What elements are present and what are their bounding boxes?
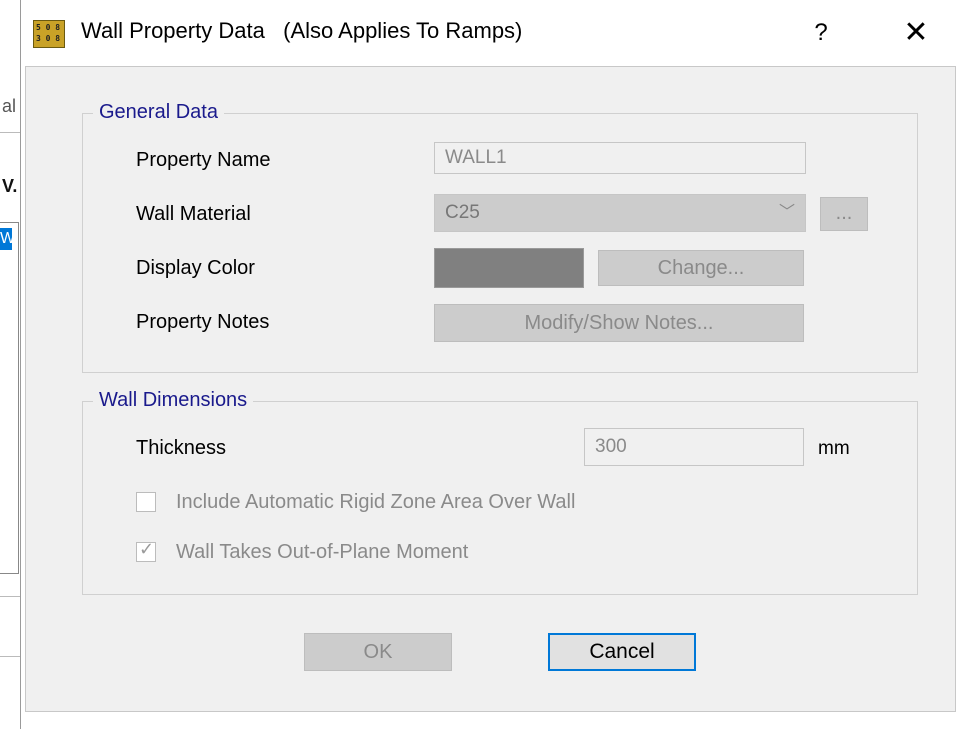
thickness-unit: mm [818,438,850,459]
background-list[interactable] [0,222,19,574]
wall-material-select[interactable]: C25 ﹀ [434,194,806,232]
wall-material-value: C25 [445,202,480,223]
background-divider [0,656,22,657]
chevron-down-icon: ﹀ [778,204,795,221]
close-button[interactable]: ✕ [891,14,941,52]
display-color-swatch [434,248,584,288]
background-divider [0,132,22,133]
out-of-plane-label: Wall Takes Out-of-Plane Moment [176,541,469,563]
background-text-fragment: al [2,96,17,116]
title-bar[interactable]: 5 0 8 3 0 8 Wall Property Data (Also App… [21,0,961,66]
thickness-label: Thickness [136,437,227,459]
change-color-button[interactable]: Change... [598,250,804,286]
display-color-label: Display Color [136,257,255,279]
general-data-group-title: General Data [93,101,224,124]
wall-property-dialog: 5 0 8 3 0 8 Wall Property Data (Also App… [20,0,961,729]
rigid-zone-label: Include Automatic Rigid Zone Area Over W… [176,491,576,513]
etabs-app-icon: 5 0 8 3 0 8 [33,20,65,48]
material-browse-button[interactable]: ... [820,197,868,231]
background-divider [0,596,22,597]
property-notes-label: Property Notes [136,311,270,333]
out-of-plane-checkbox[interactable]: ✓ [136,539,156,562]
cancel-button[interactable]: Cancel [548,633,696,671]
help-button[interactable]: ? [801,14,841,52]
property-name-field[interactable]: WALL1 [434,142,806,174]
thickness-field[interactable]: 300 [584,428,804,466]
wall-dimensions-group-title: Wall Dimensions [93,389,254,412]
window-title: Wall Property Data (Also Applies To Ramp… [81,18,523,43]
property-name-label: Property Name [136,149,271,171]
ok-button[interactable]: OK [304,633,452,671]
dialog-client-area: General Data Property Name WALL1 Wall Ma… [25,66,956,712]
modify-notes-button[interactable]: Modify/Show Notes... [434,304,804,342]
rigid-zone-checkbox[interactable] [136,492,156,512]
wall-material-label: Wall Material [136,203,251,225]
background-list-selected-item[interactable]: W [0,228,15,250]
background-window: al V. W [0,0,22,729]
checkmark-icon: ✓ [139,539,155,560]
background-text-fragment: V. [2,176,18,196]
